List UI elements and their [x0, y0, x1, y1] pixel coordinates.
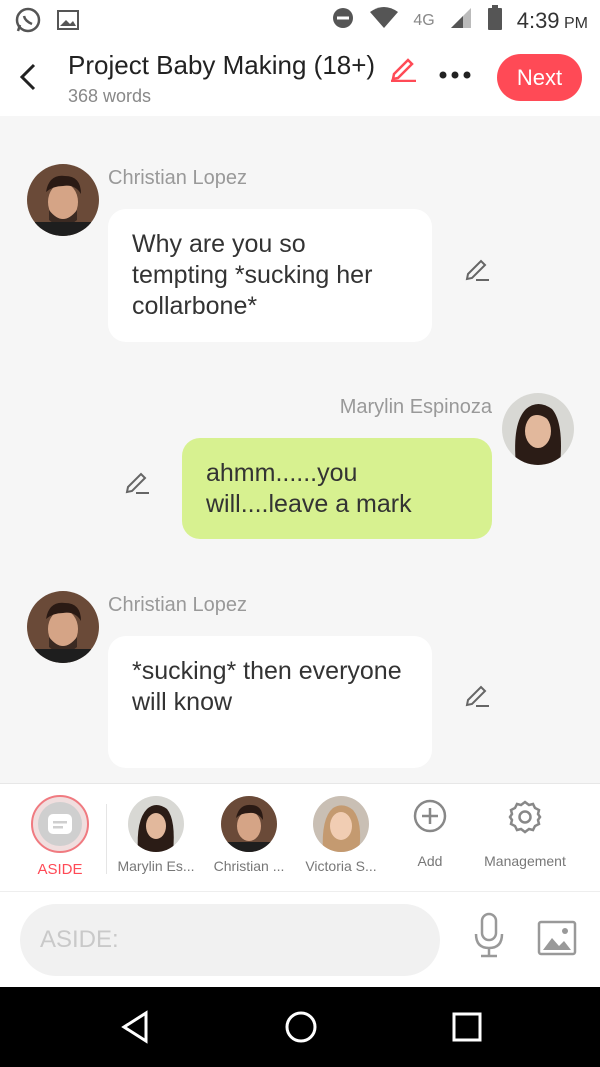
message-bubble[interactable]: Why are you so tempting *sucking her col… — [108, 209, 432, 342]
system-nav-bar — [0, 987, 600, 1067]
clock-ampm: PM — [564, 14, 588, 32]
dnd-icon — [331, 6, 355, 35]
message-sender: Christian Lopez — [108, 167, 247, 189]
plus-circle-icon — [413, 799, 447, 833]
next-button[interactable]: Next — [497, 54, 582, 101]
pencil-icon — [465, 259, 489, 281]
microphone-icon — [474, 912, 504, 958]
chevron-left-icon — [19, 63, 36, 91]
more-options-button[interactable] — [437, 60, 477, 90]
image-icon — [537, 920, 577, 956]
add-character-button[interactable]: Add — [395, 798, 465, 869]
edit-message-button[interactable] — [462, 679, 492, 709]
back-button[interactable] — [14, 60, 42, 94]
message-bubble[interactable]: *sucking* then everyone will know — [108, 636, 432, 768]
pencil-icon — [465, 685, 489, 707]
pencil-icon — [125, 472, 149, 494]
word-count: 368 words — [68, 86, 152, 106]
message-sender: Christian Lopez — [108, 594, 247, 616]
nav-recents-button[interactable] — [451, 1009, 483, 1050]
battery-icon — [487, 5, 503, 36]
clock-time: 4:39 — [516, 7, 560, 33]
edit-message-button[interactable] — [462, 253, 492, 283]
edit-message-button[interactable] — [122, 466, 152, 496]
character-label: Victoria S... — [305, 858, 377, 874]
nav-back-button[interactable] — [118, 1009, 150, 1050]
chat-area[interactable]: Christian Lopez Why are you so tempting … — [0, 116, 600, 783]
nav-home-button[interactable] — [283, 1009, 319, 1050]
signal-icon — [449, 6, 473, 35]
message-bubble[interactable]: ahmm......you will....leave a mark — [182, 438, 492, 539]
divider — [106, 804, 107, 874]
gear-icon — [508, 800, 542, 834]
status-bar: 4G 4:39 PM — [0, 0, 600, 38]
input-row — [0, 891, 600, 988]
avatar-christian[interactable] — [27, 164, 99, 236]
character-label: Marylin Es... — [117, 858, 195, 874]
aside-chat-icon — [31, 795, 89, 853]
management-button[interactable]: Management — [472, 798, 578, 869]
character-victoria[interactable]: Victoria S... — [295, 796, 387, 874]
aside-button[interactable]: ASIDE — [22, 794, 98, 878]
add-label: Add — [417, 853, 443, 869]
avatar-christian[interactable] — [27, 591, 99, 663]
aside-label: ASIDE — [37, 861, 83, 878]
character-toolbar: ASIDE Marylin Es... Christian ... Victor… — [0, 783, 600, 892]
pencil-icon — [391, 58, 416, 83]
header: Project Baby Making (18+) 368 words Next — [0, 38, 600, 116]
character-christian[interactable]: Christian ... — [203, 796, 295, 874]
message-sender: Marylin Espinoza — [339, 396, 492, 418]
character-label: Christian ... — [213, 858, 285, 874]
character-marylin[interactable]: Marylin Es... — [110, 796, 202, 874]
avatar-marylin[interactable] — [502, 393, 574, 465]
aside-input[interactable] — [20, 904, 440, 976]
avatar-christian — [221, 796, 277, 852]
network-type: 4G — [413, 11, 435, 29]
circle-home-icon — [285, 1011, 317, 1043]
page-title: Project Baby Making (18+) — [68, 50, 376, 80]
gallery-icon — [56, 9, 80, 36]
avatar-marylin — [128, 796, 184, 852]
management-label: Management — [484, 853, 566, 869]
triangle-back-icon — [121, 1010, 148, 1044]
mic-button[interactable] — [472, 912, 506, 963]
square-recents-icon — [452, 1012, 482, 1042]
image-button[interactable] — [537, 920, 577, 961]
avatar-victoria — [313, 796, 369, 852]
more-dots-icon — [439, 71, 471, 79]
wifi-icon — [369, 6, 399, 35]
edit-title-button[interactable] — [388, 52, 418, 87]
whatsapp-icon — [14, 6, 42, 39]
